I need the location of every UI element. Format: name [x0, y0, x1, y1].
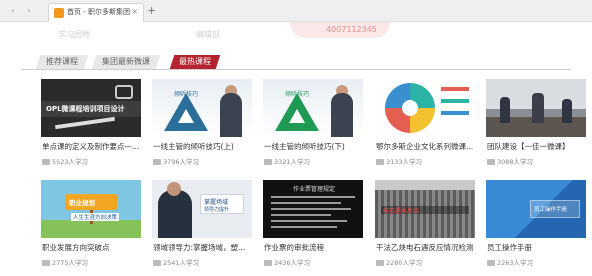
- people-icon: [264, 260, 272, 266]
- course-thumbnail[interactable]: 掌握场域 领导力提升: [152, 180, 252, 238]
- course-card[interactable]: 员工操作手册 员工操作手册 2263人学习: [486, 180, 586, 267]
- course-thumbnail[interactable]: 职业规划 人生生涯方向决策: [41, 180, 141, 238]
- learner-count: 2280人学习: [376, 257, 422, 267]
- people-icon: [376, 260, 384, 266]
- learner-count: 3796人学习: [153, 156, 199, 166]
- people-icon: [153, 159, 161, 165]
- people-icon: [264, 159, 272, 165]
- course-thumbnail[interactable]: 倾听技巧: [263, 79, 363, 137]
- browser-window: ‹ › 首页 - 职尔多斯集团 × + 学习园地 编辑部 4007112345 …: [0, 0, 592, 276]
- course-thumbnail[interactable]: [375, 79, 475, 137]
- course-card[interactable]: 倾听技巧 一线主管的倾听技巧(上) 3796人学习: [152, 79, 252, 166]
- close-tab-icon[interactable]: ×: [131, 7, 138, 16]
- people-icon: [487, 159, 495, 165]
- course-title[interactable]: 作业票的审批流程: [264, 242, 363, 253]
- header-link-study[interactable]: 学习园地: [58, 22, 90, 39]
- course-card[interactable]: OPL微课程培训项目设计 单点课的定义及制作要点—... 5523人学习: [41, 79, 141, 166]
- people-icon: [153, 260, 161, 266]
- course-title[interactable]: 单点课的定义及制作要点—...: [42, 141, 141, 152]
- forward-icon[interactable]: ›: [24, 6, 34, 16]
- site-favicon-icon: [54, 8, 64, 18]
- speaker-figure: [220, 93, 242, 137]
- course-card[interactable]: 电石遇水反应 干法乙炔电石遇反应情况检测 2280人学习: [375, 180, 475, 267]
- course-card[interactable]: 鄂尔多斯企业文化系列微课... 3133人学习: [375, 79, 475, 166]
- people-icon: [487, 260, 495, 266]
- course-card[interactable]: 掌握场域 领导力提升 领域领导力:掌握场域，塑... 2541人学习: [152, 180, 252, 267]
- course-thumbnail[interactable]: [486, 79, 586, 137]
- course-title[interactable]: 职业发展方向突破点: [42, 242, 141, 253]
- learner-count: 3133人学习: [376, 156, 422, 166]
- course-thumbnail[interactable]: 作业票管理规定: [263, 180, 363, 238]
- header-link-editorial[interactable]: 编辑部: [196, 22, 220, 39]
- learner-count: 2436人学习: [264, 257, 310, 267]
- tab-latest-microcourses[interactable]: 集团最新微课: [91, 55, 161, 69]
- hand-icon: [115, 85, 133, 99]
- tab-hottest[interactable]: 最热课程: [169, 55, 221, 69]
- course-title[interactable]: 员工操作手册: [487, 242, 586, 253]
- course-card[interactable]: 团队建设【一佳一微课】 3088人学习: [486, 79, 586, 166]
- learner-count: 3321人学习: [264, 156, 310, 166]
- course-card[interactable]: 倾听技巧 一线主管的倾听技巧(下) 3321人学习: [263, 79, 363, 166]
- browser-tab-bar: ‹ › 首页 - 职尔多斯集团 × +: [0, 0, 592, 22]
- hotline-number: 4007112345: [326, 25, 377, 34]
- course-title[interactable]: 干法乙炔电石遇反应情况检测: [376, 242, 475, 253]
- learner-count: 2541人学习: [153, 257, 199, 267]
- learner-count: 5523人学习: [42, 156, 88, 166]
- course-thumbnail[interactable]: 倾听技巧: [152, 79, 252, 137]
- browser-tab[interactable]: 首页 - 职尔多斯集团 ×: [48, 3, 144, 22]
- learner-count: 2775人学习: [42, 257, 88, 267]
- new-tab-button[interactable]: +: [147, 5, 156, 16]
- course-title[interactable]: 鄂尔多斯企业文化系列微课...: [376, 141, 475, 152]
- speaker-figure: [158, 190, 192, 238]
- tab-recommended[interactable]: 推荐课程: [35, 55, 89, 69]
- people-icon: [42, 260, 50, 266]
- course-title[interactable]: 一线主管的倾听技巧(上): [153, 141, 252, 152]
- course-title[interactable]: 一线主管的倾听技巧(下): [264, 141, 363, 152]
- pen-icon: [55, 116, 115, 130]
- back-icon[interactable]: ‹: [8, 6, 18, 16]
- course-thumbnail[interactable]: 电石遇水反应: [375, 180, 475, 238]
- course-category-tabs: 推荐课程 集团最新微课 最热课程: [22, 54, 570, 70]
- learner-count: 3088人学习: [487, 156, 533, 166]
- course-card[interactable]: 职业规划 人生生涯方向决策 职业发展方向突破点 2775人学习: [41, 180, 141, 267]
- course-thumbnail[interactable]: 员工操作手册: [486, 180, 586, 238]
- course-title[interactable]: 领域领导力:掌握场域，塑...: [153, 242, 252, 253]
- learner-count: 2263人学习: [487, 257, 533, 267]
- people-icon: [376, 159, 384, 165]
- people-icon: [42, 159, 50, 165]
- speaker-figure: [331, 93, 353, 137]
- course-title[interactable]: 团队建设【一佳一微课】: [487, 141, 586, 152]
- browser-tab-title: 首页 - 职尔多斯集团: [67, 8, 130, 16]
- course-thumbnail[interactable]: OPL微课程培训项目设计: [41, 79, 141, 137]
- course-card[interactable]: 作业票管理规定 作业票的审批流程 2436人学习: [263, 180, 363, 267]
